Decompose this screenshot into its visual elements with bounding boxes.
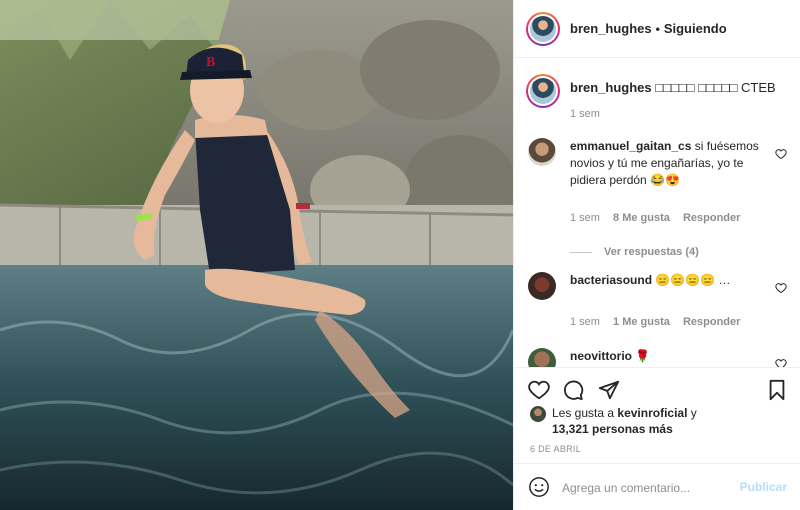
comment-heart-icon[interactable] bbox=[775, 282, 787, 294]
caption-text: □□□□□ □□□□□ CTEB bbox=[655, 80, 776, 95]
comment-time: 1 sem bbox=[570, 316, 600, 328]
post-photo[interactable]: B bbox=[0, 0, 513, 510]
author-avatar[interactable] bbox=[526, 11, 560, 46]
view-replies-button[interactable]: Ver respuestas (4) bbox=[570, 246, 699, 258]
caption-time: 1 sem bbox=[570, 108, 600, 120]
likes-prefix: Les gusta a bbox=[552, 406, 615, 420]
caption-username[interactable]: bren_hughes bbox=[570, 80, 652, 95]
comment-meta: 1 sem 1 Me gusta Responder bbox=[570, 316, 750, 328]
smiley-icon[interactable] bbox=[528, 476, 550, 498]
comment-input[interactable] bbox=[562, 478, 732, 498]
comment-body: neovittorio 🌹 bbox=[570, 348, 760, 365]
caption-text-line: bren_hughes □□□□□ □□□□□ CTEB bbox=[570, 80, 776, 95]
post-side-panel: bren_hughes • Siguiendo bren_hughes □□□□… bbox=[513, 0, 800, 510]
comment-likes[interactable]: 8 Me gusta bbox=[613, 212, 670, 224]
comment-heart-icon[interactable] bbox=[775, 358, 787, 367]
likes-line-1: Les gusta a kevinroficial y bbox=[552, 406, 697, 420]
photo-illustration: B bbox=[0, 0, 513, 510]
comment-body: emmanuel_gaitan_cs si fuésemos novios y … bbox=[570, 138, 760, 189]
comment-text: 😑😑😑😑 … bbox=[655, 273, 731, 287]
bookmark-icon[interactable] bbox=[766, 379, 788, 401]
comment-time: 1 sem bbox=[570, 212, 600, 224]
replies-divider bbox=[570, 251, 592, 253]
likes-suffix: y bbox=[690, 406, 697, 420]
liker-username[interactable]: kevinroficial bbox=[617, 406, 687, 420]
header-separator: • bbox=[655, 21, 660, 36]
comment-username[interactable]: emmanuel_gaitan_cs bbox=[570, 139, 691, 153]
comment-body: bacteriasound 😑😑😑😑 … bbox=[570, 272, 760, 289]
post-actions: Les gusta a kevinroficial y 13,321 perso… bbox=[514, 367, 800, 463]
heart-icon[interactable] bbox=[528, 379, 550, 401]
commenter-avatar[interactable] bbox=[528, 272, 556, 300]
commenter-avatar[interactable] bbox=[528, 138, 556, 166]
comment-username[interactable]: bacteriasound bbox=[570, 273, 652, 287]
share-icon[interactable] bbox=[598, 379, 620, 401]
caption-avatar[interactable] bbox=[526, 74, 560, 108]
author-username[interactable]: bren_hughes bbox=[570, 21, 652, 36]
view-replies-label: Ver respuestas (4) bbox=[604, 246, 699, 258]
comment-username[interactable]: neovittorio bbox=[570, 349, 632, 363]
comment-heart-icon[interactable] bbox=[775, 148, 787, 160]
instagram-post: B bren_hughes • Siguiendo bren_hughes □□… bbox=[0, 0, 800, 510]
commenter-avatar[interactable] bbox=[528, 348, 556, 367]
comment-meta: 1 sem 8 Me gusta Responder bbox=[570, 212, 750, 224]
add-comment-bar: Publicar bbox=[514, 463, 800, 510]
comment-text: 🌹 bbox=[635, 349, 651, 363]
follow-status-button[interactable]: Siguiendo bbox=[664, 21, 727, 36]
comment-likes[interactable]: 1 Me gusta bbox=[613, 316, 670, 328]
svg-text:B: B bbox=[206, 55, 215, 70]
publish-button[interactable]: Publicar bbox=[740, 480, 787, 494]
reply-button[interactable]: Responder bbox=[683, 212, 740, 224]
post-header: bren_hughes • Siguiendo bbox=[514, 0, 800, 58]
comment-icon[interactable] bbox=[562, 379, 584, 401]
post-date: 6 DE ABRIL bbox=[530, 444, 582, 454]
likes-count[interactable]: 13,321 personas más bbox=[552, 422, 673, 436]
comments-section[interactable]: bren_hughes □□□□□ □□□□□ CTEB 1 sem emman… bbox=[514, 58, 800, 367]
liker-avatar bbox=[530, 406, 546, 422]
comment-emoji: 😂😍 bbox=[650, 173, 680, 187]
reply-button[interactable]: Responder bbox=[683, 316, 740, 328]
